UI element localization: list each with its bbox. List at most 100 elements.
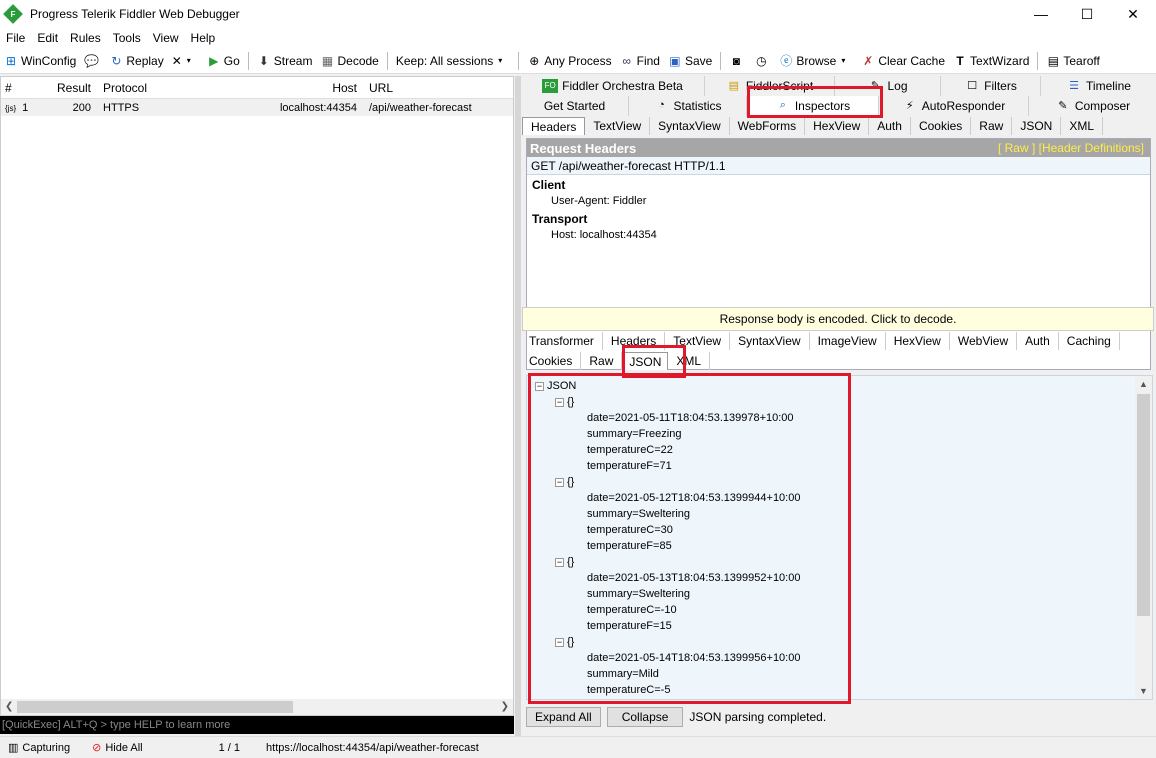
req-tab-xml[interactable]: XML (1061, 117, 1104, 135)
resp-tab-xml[interactable]: XML (668, 352, 711, 370)
keep-sessions-dropdown[interactable]: Keep: All sessions ▾ (392, 50, 514, 72)
quickexec-input[interactable]: [QuickExec] ALT+Q > type HELP to learn m… (0, 716, 514, 734)
replay-button[interactable]: ↻ Replay (105, 50, 167, 72)
tab-filters[interactable]: ☐ Filters (941, 76, 1041, 96)
menu-rules[interactable]: Rules (64, 31, 107, 45)
resp-tab-headers[interactable]: Headers (603, 332, 666, 350)
resp-tab-cookies[interactable]: Cookies (521, 352, 582, 370)
json-object-node[interactable]: −{} (535, 394, 800, 410)
req-tab-auth[interactable]: Auth (869, 117, 911, 135)
resp-tab-syntaxview[interactable]: SyntaxView (730, 332, 810, 350)
tab-composer[interactable]: ✎ Composer (1029, 96, 1156, 116)
capture-icon: ▥ (8, 742, 19, 754)
save-button[interactable]: ▣ Save (664, 50, 716, 72)
dropdown-arrow-icon: ▾ (841, 55, 846, 65)
speech-bubble-icon: 💬 (84, 53, 100, 68)
collapse-button[interactable]: Collapse (606, 707, 684, 727)
menu-edit[interactable]: Edit (31, 31, 64, 45)
tab-timeline[interactable]: ☰ Timeline (1041, 76, 1156, 96)
sessions-list[interactable]: # Result Protocol Host URL {js} 1 200 HTT… (0, 76, 514, 716)
req-tab-syntaxview[interactable]: SyntaxView (650, 117, 730, 135)
script-icon: ▤ (728, 80, 740, 92)
capturing-toggle[interactable]: ▥ Capturing (0, 741, 78, 755)
collapse-icon[interactable]: − (555, 397, 564, 407)
find-button[interactable]: ∞ Find (616, 50, 664, 72)
browse-button[interactable]: ⓔ Browse ▾ (775, 50, 857, 72)
comment-button[interactable]: 💬 (80, 50, 105, 72)
title-bar: F Progress Telerik Fiddler Web Debugger … (0, 0, 1156, 28)
req-tab-cookies[interactable]: Cookies (911, 117, 972, 135)
screenshot-button[interactable]: ◙ (725, 50, 750, 72)
req-tab-webforms[interactable]: WebForms (730, 117, 806, 135)
req-tab-headers[interactable]: Headers (522, 117, 586, 135)
textwizard-button[interactable]: T TextWizard (949, 50, 1033, 72)
json-object-node[interactable]: −{} (535, 474, 800, 490)
tab-statistics[interactable]: ◔ Statistics (629, 96, 747, 116)
menu-view[interactable]: View (147, 31, 185, 45)
decode-banner[interactable]: Response body is encoded. Click to decod… (522, 307, 1154, 331)
req-tab-textview[interactable]: TextView (585, 117, 651, 135)
resp-tab-auth[interactable]: Auth (1017, 332, 1059, 350)
scroll-down-icon[interactable]: ▼ (1139, 686, 1148, 696)
resp-tab-json[interactable]: JSON (622, 352, 669, 370)
scroll-left-icon[interactable]: ❮ (5, 699, 13, 715)
col-protocol[interactable]: Protocol (95, 81, 187, 95)
vertical-scrollbar[interactable]: ▲ ▼ (1135, 376, 1152, 699)
json-tree-view[interactable]: − JSON −{} date=2021-05-11T18:04:53.13997… (526, 375, 1153, 700)
col-url[interactable]: URL (361, 81, 511, 95)
expand-all-button[interactable]: Expand All (526, 707, 601, 727)
resp-tab-hexview[interactable]: HexView (886, 332, 950, 350)
scroll-up-icon[interactable]: ▲ (1139, 379, 1148, 389)
tab-autoresponder[interactable]: ⚡ AutoResponder (879, 96, 1029, 116)
scroll-thumb[interactable] (17, 701, 293, 713)
scroll-thumb[interactable] (1137, 394, 1150, 616)
menu-tools[interactable]: Tools (107, 31, 147, 45)
collapse-icon[interactable]: − (555, 637, 564, 647)
decode-button[interactable]: ▦ Decode (316, 50, 382, 72)
tab-get-started[interactable]: Get Started (521, 96, 629, 116)
remove-button[interactable]: ✕ ▾ (168, 50, 203, 72)
scroll-right-icon[interactable]: ❯ (501, 699, 509, 715)
json-root-node[interactable]: − JSON (535, 378, 800, 394)
any-process-button[interactable]: ⊕ Any Process (523, 50, 615, 72)
orchestra-icon: FO (542, 79, 559, 93)
resp-tab-raw[interactable]: Raw (581, 352, 623, 370)
resp-tab-caching[interactable]: Caching (1059, 332, 1120, 350)
menu-file[interactable]: File (0, 31, 31, 45)
json-object-node[interactable]: −{} (535, 554, 800, 570)
req-tab-json[interactable]: JSON (1012, 117, 1062, 135)
json-object-node[interactable]: −{} (535, 634, 800, 650)
resp-tab-imageview[interactable]: ImageView (810, 332, 886, 350)
clear-cache-button[interactable]: ✗ Clear Cache (857, 50, 949, 72)
tab-fiddler-orchestra[interactable]: FO Fiddler Orchestra Beta (521, 76, 705, 96)
collapse-icon[interactable]: − (555, 477, 564, 487)
winconfig-button[interactable]: ⊞ WinConfig (0, 50, 80, 72)
col-result[interactable]: Result (45, 81, 95, 95)
resp-tab-webview[interactable]: WebView (950, 332, 1018, 350)
horizontal-scrollbar[interactable]: ❮ ❯ (1, 699, 513, 715)
req-tab-raw[interactable]: Raw (971, 117, 1013, 135)
col-number[interactable]: # (1, 81, 45, 95)
resp-tab-transformer[interactable]: Transformer (521, 332, 603, 350)
col-host[interactable]: Host (187, 81, 361, 95)
stream-button[interactable]: ⬇ Stream (253, 50, 317, 72)
minimize-button[interactable]: — (1018, 0, 1064, 28)
header-links[interactable]: [ Raw ] [Header Definitions] (998, 139, 1144, 157)
resp-tab-textview[interactable]: TextView (665, 332, 731, 350)
close-button[interactable]: ✕ (1110, 0, 1156, 28)
tab-log[interactable]: ✎ Log (835, 76, 941, 96)
inspector-panel: FO Fiddler Orchestra Beta ▤ FiddlerScript … (521, 76, 1156, 736)
checkbox-icon: ☐ (967, 80, 978, 92)
menu-help[interactable]: Help (185, 31, 222, 45)
collapse-icon[interactable]: − (555, 557, 564, 567)
tab-fiddlerscript[interactable]: ▤ FiddlerScript (705, 76, 835, 96)
go-button[interactable]: ▶ Go (203, 50, 244, 72)
table-row[interactable]: {js} 1 200 HTTPS localhost:44354 /api/wea… (1, 99, 513, 116)
req-tab-hexview[interactable]: HexView (805, 117, 870, 135)
timer-button[interactable]: ◷ (750, 50, 775, 72)
tab-inspectors[interactable]: ⌕ Inspectors (747, 96, 879, 116)
collapse-icon[interactable]: − (535, 381, 544, 391)
tearoff-button[interactable]: ▤ Tearoff (1042, 50, 1103, 72)
hide-all-filter[interactable]: ⊘ Hide All (84, 741, 151, 755)
maximize-button[interactable]: ☐ (1064, 0, 1110, 28)
